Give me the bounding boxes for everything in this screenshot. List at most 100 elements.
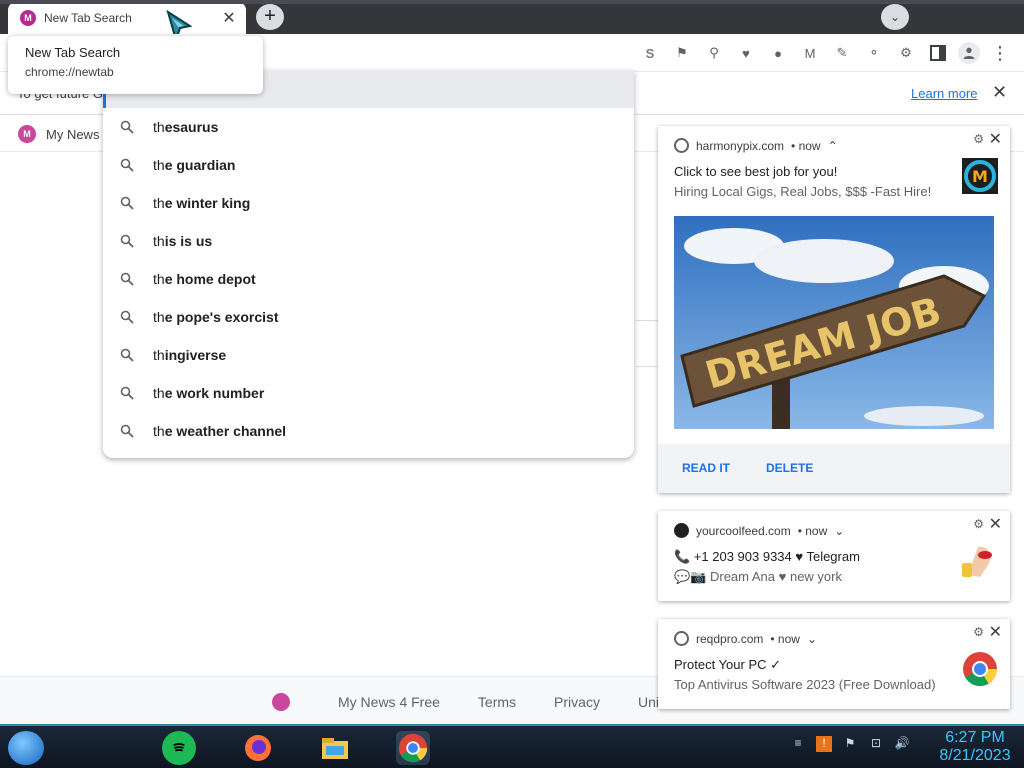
taskbar-clock[interactable]: 6:27 PM 8/21/2023 [930,729,1020,765]
tray-network-icon[interactable]: ⊡ [868,736,884,752]
new-tab-button[interactable]: + [256,4,284,30]
omnibox-suggestion[interactable]: the work number [103,374,634,412]
chrome-origin-icon [674,631,689,646]
suggestion-text: the home depot [153,271,256,287]
suggestion-completion: ingiverse [164,347,227,363]
search-icon [120,272,134,286]
suggestion-text: the winter king [153,195,250,211]
search-icon [120,386,134,400]
notification-header: reqdpro.com • now ⌄ [674,631,817,646]
suggestion-text: the pope's exorcist [153,309,279,325]
suggestion-text: this is us [153,233,212,249]
notification-close-icon[interactable]: ✕ [989,622,1002,642]
browser-menu-icon[interactable]: ⋮ [988,41,1012,65]
extension-pig-icon[interactable]: ♥ [734,41,758,65]
search-icon [120,424,134,438]
suggestion-completion: e weather channel [164,423,287,439]
notification-title: 📞 +1 203 903 9334 ♥ Telegram [674,549,860,564]
page-divider [636,366,658,367]
chevron-down-icon[interactable]: ⌄ [834,524,844,538]
suggestion-completion: e work number [164,385,265,401]
my-news-footer-icon [272,693,290,711]
os-taskbar: ≡ ! ⚑ ⊡ 🔊 6:27 PM 8/21/2023 [0,724,1024,768]
notification-close-icon[interactable]: ✕ [989,129,1002,149]
my-news-favicon-icon: M [20,10,36,26]
footer-terms-link[interactable]: Terms [478,694,516,710]
footer-brand[interactable]: My News 4 Free [272,693,440,711]
chevron-up-icon[interactable]: ⌃ [828,139,838,153]
chevron-down-icon[interactable]: ⌄ [807,632,817,646]
footer-privacy-link[interactable]: Privacy [554,694,600,710]
search-icon [120,158,134,172]
tooltip-title: New Tab Search [25,45,121,60]
extension-avatar-icon[interactable]: ⚑ [670,41,694,65]
tray-flag-icon[interactable]: ⚑ [842,736,858,752]
suggestion-completion: is is us [164,233,213,249]
notification-harmonypix[interactable]: harmonypix.com • now ⌃ ⚙ ✕ Click to see … [658,126,1010,493]
chrome-taskbar-icon [398,733,428,763]
notification-settings-icon[interactable]: ⚙ [973,625,984,639]
extension-torch-icon[interactable]: ⚲ [702,41,726,65]
footer-brand-label: My News 4 Free [338,694,440,710]
bell-origin-icon [674,523,689,538]
tray-bars-icon[interactable]: ≡ [790,736,806,752]
omnibox-suggestions-dropdown: thesaurus the guardian the winter king this… [103,70,634,458]
suggestion-typed: th [153,347,165,363]
taskbar-chrome[interactable] [396,731,430,765]
notification-settings-icon[interactable]: ⚙ [973,132,984,146]
notification-origin: reqdpro.com [696,631,764,646]
learn-more-link[interactable]: Learn more [911,86,977,101]
extension-m-icon[interactable]: M [798,41,822,65]
bookmark-label: My News [46,126,100,142]
chrome-origin-icon [674,138,689,153]
svg-text:M: M [972,167,988,186]
omnibox-suggestion[interactable]: the weather channel [103,412,634,450]
notification-settings-icon[interactable]: ⚙ [973,517,984,531]
extension-group-icon[interactable]: ● [766,41,790,65]
my-news-bookmark-icon: M [18,125,36,143]
suggestion-typed: th [153,119,165,135]
extension-s-icon[interactable]: S [638,41,662,65]
notification-reqdpro[interactable]: reqdpro.com • now ⌄ ⚙ ✕ Protect Your PC … [658,619,1010,709]
omnibox-suggestion[interactable]: the winter king [103,184,634,222]
tray-app-icon[interactable]: ! [816,736,832,752]
folder-icon [322,738,348,759]
taskbar-file-explorer[interactable] [318,731,352,765]
clock-date: 8/21/2023 [939,747,1011,764]
profile-avatar-icon[interactable] [958,42,980,64]
search-icon [120,196,134,210]
notification-origin: harmonypix.com [696,138,785,153]
info-bar-close-icon[interactable]: ✕ [992,82,1007,103]
bookmark-my-news[interactable]: M My News [18,125,99,143]
suggestion-completion: e winter king [164,195,251,211]
notification-body: 💬📷 Dream Ana ♥ new york [674,569,842,584]
delete-button[interactable]: DELETE [766,461,813,475]
start-button[interactable] [8,731,44,765]
tray-volume-icon[interactable]: 🔊 [894,736,910,752]
read-it-button[interactable]: READ IT [682,461,730,475]
tab-close-icon[interactable]: ✕ [220,8,238,28]
tab-new-tab-search[interactable]: M New Tab Search ✕ [8,2,246,34]
suggestion-typed: th [153,233,165,249]
omnibox-suggestion[interactable]: the guardian [103,146,634,184]
notification-close-icon[interactable]: ✕ [989,514,1002,534]
omnibox-suggestion[interactable]: thingiverse [103,336,634,374]
extensions-puzzle-icon[interactable]: ⚙ [894,41,918,65]
firefox-icon [245,735,271,761]
extension-badge-icon[interactable]: ⚬ [862,41,886,65]
taskbar-firefox[interactable] [241,731,275,765]
tab-search-button[interactable]: ⌄ [881,4,909,30]
search-icon [120,348,134,362]
notification-title: Click to see best job for you! [674,164,838,179]
notification-yourcoolfeed[interactable]: yourcoolfeed.com • now ⌄ ⚙ ✕ 📞 +1 203 90… [658,511,1010,601]
clock-time: 6:27 PM [945,729,1005,746]
taskbar-app-green[interactable] [162,731,196,765]
omnibox-suggestion[interactable]: thesaurus [103,108,634,146]
omnibox-suggestion[interactable]: this is us [103,222,634,260]
notification-time: • now [791,138,821,153]
suggestion-completion: e guardian [164,157,236,173]
omnibox-suggestion[interactable]: the pope's exorcist [103,298,634,336]
side-panel-icon[interactable] [926,41,950,65]
extension-pen-icon[interactable]: ✎ [830,41,854,65]
omnibox-suggestion[interactable]: the home depot [103,260,634,298]
